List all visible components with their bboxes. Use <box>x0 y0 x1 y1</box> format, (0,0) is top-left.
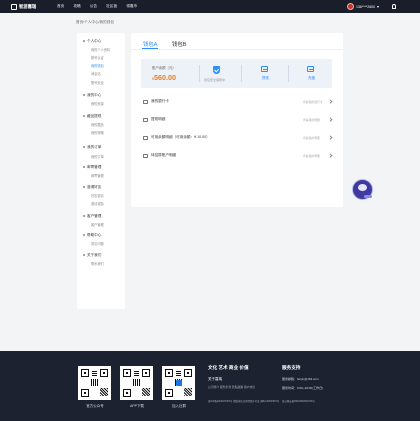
receipt-icon <box>143 154 148 158</box>
balance-amount: ¥560.00 <box>152 73 176 82</box>
sidebar-item-security[interactable]: 账号安全 <box>91 80 104 85</box>
wallet-icon[interactable] <box>307 66 314 72</box>
logo-text: 智游嘉瑞 <box>19 3 37 9</box>
sidebar-item-verification[interactable]: 账号认证 <box>91 55 104 60</box>
sidebar-item-shipping[interactable]: 邮寄管理 <box>91 173 104 178</box>
main-nav: 首页 攻略 公告 社区板 领嘉币 <box>57 3 137 10</box>
tab-divider <box>131 49 343 50</box>
tab-wallet-b[interactable]: 钱包B <box>172 40 186 48</box>
sidebar-group-shipping[interactable]: 邮寄管理 <box>82 165 101 170</box>
footer-slogan: 文化 艺术 商业 价值 <box>208 365 249 370</box>
nav-item-community[interactable]: 社区板 <box>106 3 117 10</box>
logo[interactable]: 智游嘉瑞 <box>11 3 36 10</box>
sidebar-item-orders[interactable]: 我的订单 <box>91 154 104 159</box>
list-item-pending-settlement[interactable]: 待结算账户明细 查看我的明细 <box>131 152 343 162</box>
footer-record: 浙公网安备33010602011979号 <box>282 400 315 403</box>
list-item-available-balance[interactable]: 可用余额明细（可用余额：¥ 10.00） 查看我的明细 <box>131 134 343 144</box>
balance-card: 账户余额（元） ¥560.00 钱包安全保障中 提现 充值 <box>141 59 332 88</box>
sidebar-item-contact[interactable]: 联系我们 <box>91 261 104 266</box>
sidebar-group-orders[interactable]: 我的订单 <box>82 145 101 150</box>
bell-icon[interactable] <box>392 4 396 9</box>
sidebar-group-about[interactable]: 关于我们 <box>82 253 101 258</box>
sidebar: 个人中心 我的个人资料 账号认证 我的钱包 消息站 账号安全 我的中心 我的资源… <box>77 33 125 309</box>
sidebar-group-help[interactable]: 帮助中心 <box>82 233 101 238</box>
balance-value: 560.00 <box>154 73 176 82</box>
footer-copyright: 浙ICP备2022047407号 增值电信业务经营许可证 浙B2-2023039… <box>208 400 280 403</box>
qr-code-community <box>162 366 195 400</box>
footer-support-title: 服务支持 <box>282 365 301 370</box>
chevron-right-icon[interactable] <box>328 99 333 104</box>
sidebar-group-collections[interactable]: 藏品提现 <box>82 114 101 119</box>
nav-item-announcements[interactable]: 公告 <box>90 3 97 10</box>
list-item-bank-cards[interactable]: 我的银行卡 查看我的银行卡 <box>131 98 343 108</box>
chevron-right-icon[interactable] <box>328 117 333 122</box>
avatar[interactable] <box>347 3 354 10</box>
nav-item-guides[interactable]: 攻略 <box>73 3 80 10</box>
nav-item-coins[interactable]: 领嘉币 <box>126 3 137 10</box>
sidebar-item-messages[interactable]: 消息站 <box>91 71 101 76</box>
withdraw-button[interactable]: 提现 <box>262 76 269 81</box>
footer-service-time: 服务时间：9:00~18:00(工作日) <box>282 386 324 390</box>
list-item-withdraw-details[interactable]: 提现明细 查看我的明细 <box>131 116 343 126</box>
qr-caption: 官方公众号 <box>86 404 104 408</box>
sidebar-item-my-collections[interactable]: 我的藏品 <box>91 122 104 127</box>
logo-icon <box>11 3 17 10</box>
wallet-panel: 钱包A 钱包B 账户余额（元） ¥560.00 钱包安全保障中 提现 充值 我的… <box>131 33 343 207</box>
sidebar-item-faq[interactable]: 常见问题 <box>91 241 104 246</box>
sidebar-group-personal[interactable]: 个人中心 <box>82 39 101 44</box>
row-desc: 查看我的明细 <box>303 153 320 158</box>
footer: 官方公众号 APP下载 加入社群 文化 艺术 商业 价值 关于嘉瑞 公司简介 服… <box>0 351 420 421</box>
recharge-button[interactable]: 充值 <box>308 76 315 81</box>
sidebar-item-transfers[interactable]: 我的转赠 <box>91 130 104 135</box>
row-label: 我的银行卡 <box>151 99 169 103</box>
qr-code-official-account <box>78 366 111 400</box>
footer-about-title: 关于嘉瑞 <box>208 377 222 381</box>
sidebar-item-customers[interactable]: 客户管理 <box>91 222 104 227</box>
sidebar-item-profile[interactable]: 我的个人资料 <box>91 47 110 52</box>
top-navbar: 智游嘉瑞 首页 攻略 公告 社区板 领嘉币 136****2600 <box>0 0 420 13</box>
balance-label: 账户余额（元） <box>152 66 176 70</box>
breadcrumb: 首页/个人中心/我的钱包 <box>76 20 114 24</box>
sidebar-group-invite[interactable]: 邀请好友 <box>82 185 101 190</box>
divider <box>199 65 200 82</box>
sidebar-item-resources[interactable]: 我的资源 <box>91 101 104 106</box>
user-menu[interactable]: 136****2600 <box>347 3 380 10</box>
card-icon[interactable] <box>261 66 268 72</box>
sidebar-group-center[interactable]: 我的中心 <box>82 93 101 98</box>
shield-check-icon <box>213 66 220 74</box>
user-name[interactable]: 136****2600 <box>356 5 375 9</box>
footer-email: 服务邮箱：fenjin@163.com <box>282 377 319 381</box>
bar-chart-icon <box>143 136 148 140</box>
chevron-right-icon[interactable] <box>328 135 333 140</box>
row-desc: 查看我的明细 <box>303 135 320 140</box>
nav-item-home[interactable]: 首页 <box>57 3 64 10</box>
sidebar-item-invite-rewards[interactable]: 邀请奖励 <box>91 201 104 206</box>
document-icon <box>143 118 148 122</box>
sidebar-item-wallet[interactable]: 我的钱包 <box>91 63 104 68</box>
security-text: 钱包安全保障中 <box>204 78 226 82</box>
qr-code-app-download <box>120 366 153 400</box>
row-desc: 查看我的明细 <box>303 117 320 122</box>
bank-card-icon <box>143 100 148 104</box>
qr-caption: APP下载 <box>129 404 144 408</box>
customer-service-button[interactable] <box>352 179 373 200</box>
row-label: 待结算账户明细 <box>151 153 177 157</box>
divider <box>241 65 242 82</box>
divider <box>288 65 289 82</box>
footer-links[interactable]: 公司简介 服务条款 隐私政策 用户协议 <box>208 385 255 389</box>
row-label: 提现明细 <box>151 117 166 121</box>
row-desc: 查看我的银行卡 <box>303 99 323 104</box>
chevron-right-icon[interactable] <box>328 153 333 158</box>
row-label: 可用余额明细（可用余额：¥ 10.00） <box>151 135 210 139</box>
chevron-down-icon[interactable] <box>377 5 380 8</box>
sidebar-item-invite-friends[interactable]: 好友邀请 <box>91 193 104 198</box>
qr-caption: 加入社群 <box>172 404 186 408</box>
sidebar-group-customers[interactable]: 客户管理 <box>82 214 101 219</box>
